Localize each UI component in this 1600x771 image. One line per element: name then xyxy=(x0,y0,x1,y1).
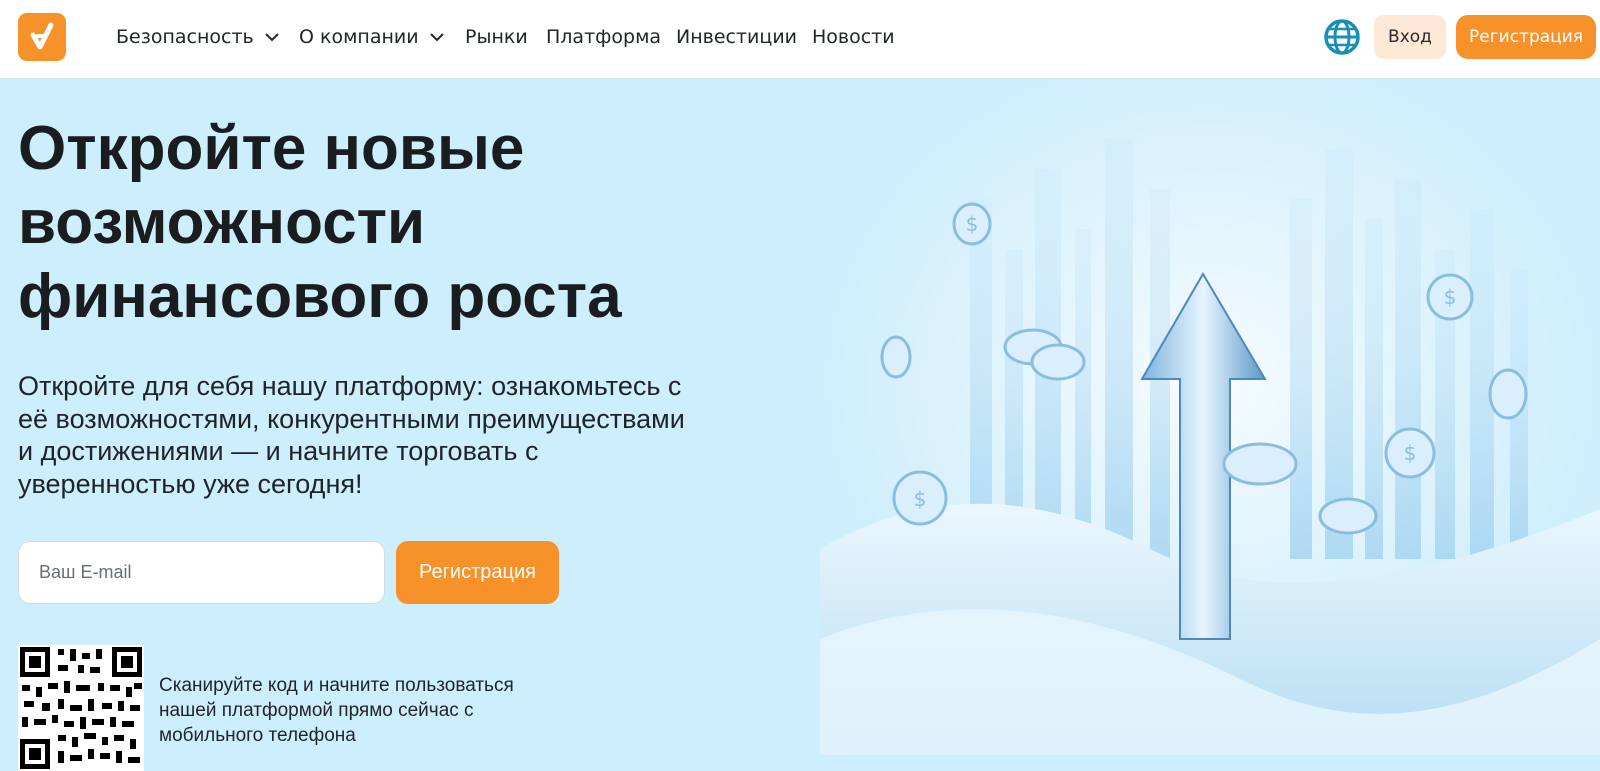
hero-title-line: Откройте новые xyxy=(18,114,525,183)
brand-logo[interactable] xyxy=(18,13,66,61)
qr-code-image xyxy=(18,645,144,771)
nav-news-label: Новости xyxy=(812,26,895,48)
nav-news[interactable]: Новости xyxy=(812,24,895,50)
nav-about[interactable]: О компании xyxy=(299,24,445,50)
svg-text:$: $ xyxy=(1444,285,1457,309)
nav-platform[interactable]: Платформа xyxy=(546,24,661,50)
hero-description-line: Откройте для себя нашу платформу: ознако… xyxy=(18,371,682,401)
nav-investments[interactable]: Инвестиции xyxy=(676,24,797,50)
hero-title-line: возможности xyxy=(18,188,426,257)
hero-description-line: и достижениями — и начните торговать с xyxy=(18,436,539,466)
nav-platform-label: Платформа xyxy=(546,26,662,48)
qr-description-line: мобильного телефона xyxy=(159,725,356,746)
login-button[interactable]: Вход xyxy=(1374,15,1446,59)
hero-description-line: её возможностями, конкурентными преимуще… xyxy=(18,403,685,434)
svg-text:$: $ xyxy=(1404,441,1417,465)
chevron-down-icon xyxy=(265,33,279,42)
hero-description: Откройте для себя нашу платформу: ознако… xyxy=(18,370,758,500)
site-header: Безопасность О компании Рынки Платформа … xyxy=(0,0,1600,79)
hero-description-line: уверенностью уже сегодня! xyxy=(18,468,363,499)
nav-markets-label: Рынки xyxy=(465,26,528,48)
register-button-header[interactable]: Регистрация xyxy=(1456,15,1596,59)
nav-security[interactable]: Безопасность xyxy=(116,24,280,50)
svg-text:$: $ xyxy=(966,212,979,236)
nav-investments-label: Инвестиции xyxy=(676,26,798,48)
qr-description-line: Сканируйте код и начните пользоваться xyxy=(159,675,514,696)
nav-security-label: Безопасность xyxy=(116,26,254,48)
hero-title: Откройте новые возможности финансового р… xyxy=(18,112,718,334)
hero-title-line: финансового роста xyxy=(18,262,622,331)
hero-illustration: $ $ $ $ xyxy=(820,79,1600,755)
qr-description: Сканируйте код и начните пользоваться на… xyxy=(159,673,579,748)
email-input[interactable] xyxy=(18,541,385,604)
register-button-main[interactable]: Регистрация xyxy=(396,541,559,604)
globe-icon[interactable] xyxy=(1323,18,1361,56)
chevron-down-icon xyxy=(429,33,444,42)
qr-description-line: нашей платформой прямо сейчас с xyxy=(159,700,474,721)
svg-text:$: $ xyxy=(914,487,927,511)
nav-about-label: О компании xyxy=(299,26,419,48)
nav-markets[interactable]: Рынки xyxy=(465,24,528,50)
